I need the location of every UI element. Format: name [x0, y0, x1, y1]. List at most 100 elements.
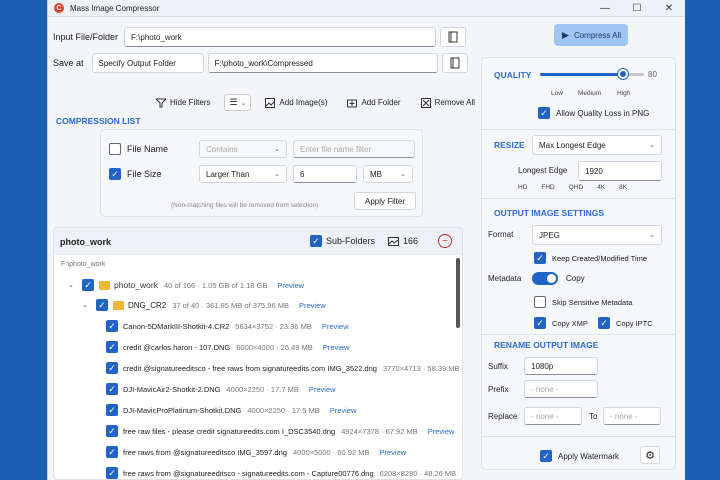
filename-filter-input[interactable]: Enter file name filter: [293, 140, 415, 158]
save-mode-value: Specify Output Folder: [98, 58, 176, 68]
copy-iptc[interactable]: ✓ Copy IPTC: [598, 317, 653, 329]
input-path-field[interactable]: F:\photo_work: [124, 27, 437, 47]
longest-edge-input[interactable]: 1920: [578, 161, 662, 181]
compress-all-button[interactable]: Compress All: [554, 24, 628, 46]
row-checkbox[interactable]: ✓: [82, 279, 94, 291]
filename-op-dropdown[interactable]: Contains ⌄: [199, 140, 287, 158]
filename-checkbox[interactable]: [109, 143, 121, 155]
row-name: free raws from @signatureeditsco IMG_359…: [123, 447, 287, 457]
file-row[interactable]: ✓ free raws from @signatureeditsco IMG_3…: [106, 446, 406, 458]
metadata-copy-toggle[interactable]: Copy: [532, 272, 585, 285]
row-preview-link[interactable]: Preview: [277, 281, 304, 290]
view-menu-button[interactable]: ☰ ⌄: [224, 94, 252, 111]
minimize-icon[interactable]: —: [589, 3, 621, 14]
quality-high-label: High: [617, 90, 631, 97]
file-row[interactable]: ✓ free raw files - please credit signatu…: [106, 425, 454, 437]
row-checkbox[interactable]: ✓: [96, 299, 108, 311]
file-row[interactable]: ✓ credit @signatureeditsco - free raws f…: [106, 362, 460, 374]
skip-sensitive-checkbox[interactable]: [534, 296, 546, 308]
row-checkbox[interactable]: ✓: [106, 320, 118, 332]
to-input[interactable]: - none -: [603, 407, 661, 425]
preset-fhd[interactable]: FHD: [541, 184, 554, 191]
allow-quality-loss-checkbox[interactable]: ✓: [538, 107, 550, 119]
hide-filters-button[interactable]: Hide Filters: [156, 98, 210, 108]
divider: [482, 334, 675, 335]
chevron-down-icon: ⌄: [82, 302, 88, 309]
window-controls: — ☐ ✕: [589, 3, 685, 14]
file-row[interactable]: ✓ free raws from @signatureeditsco - sig…: [106, 467, 456, 479]
subfolders-checkbox[interactable]: ✓: [310, 235, 322, 247]
replace-label: Replace: [488, 412, 518, 421]
filesize-checkbox[interactable]: ✓: [109, 168, 121, 180]
tree-row-subfolder[interactable]: ⌄ ✓ DNG_CR2 37 of 40 · 361.85 MB of 375.…: [82, 299, 326, 311]
metadata-toggle[interactable]: [532, 272, 558, 285]
row-preview-link[interactable]: Preview: [309, 385, 336, 394]
row-checkbox[interactable]: ✓: [106, 404, 118, 416]
remove-all-label: Remove All: [434, 98, 476, 107]
filesize-op-dropdown[interactable]: Larger Than ⌄: [199, 165, 287, 183]
keep-dates[interactable]: ✓ Keep Created/Modified Time: [534, 252, 647, 264]
replace-input[interactable]: - none -: [524, 407, 582, 425]
keep-dates-checkbox[interactable]: ✓: [534, 252, 546, 264]
tree-root-title: photo_work: [60, 236, 111, 247]
resize-mode-dropdown[interactable]: Max Longest Edge ⌄: [532, 135, 662, 155]
gear-icon[interactable]: ⚙: [640, 446, 660, 464]
row-preview-link[interactable]: Preview: [299, 301, 326, 310]
add-images-button[interactable]: Add Image(s): [265, 97, 327, 108]
allow-quality-loss[interactable]: ✓ Allow Quality Loss in PNG: [538, 107, 649, 119]
save-mode-dropdown[interactable]: Specify Output Folder: [91, 53, 204, 73]
row-size: 6000×4000 · 26.49 MB: [236, 342, 313, 352]
prefix-input[interactable]: - none -: [524, 380, 598, 398]
row-preview-link[interactable]: Preview: [330, 406, 357, 415]
close-icon[interactable]: ✕: [653, 3, 685, 14]
add-folder-button[interactable]: Add Folder: [347, 98, 401, 108]
row-checkbox[interactable]: ✓: [106, 341, 118, 353]
remove-icon: [420, 97, 431, 108]
copy-iptc-checkbox[interactable]: ✓: [598, 317, 610, 329]
output-path-field[interactable]: F:\photo_work\Compressed: [207, 53, 438, 73]
menu-icon: ☰: [229, 97, 238, 107]
row-size: 4924×7378 · 67.92 MB: [341, 426, 418, 436]
row-preview-link[interactable]: Preview: [379, 448, 406, 457]
apply-watermark[interactable]: ✓ Apply Watermark: [540, 450, 619, 462]
format-dropdown[interactable]: JPEG ⌄: [532, 225, 662, 245]
file-row[interactable]: ✓ DJI-MavicAir2-Shotkit-2.DNG 4000×2250 …: [106, 383, 336, 395]
quality-slider-thumb[interactable]: [618, 69, 629, 79]
apply-watermark-checkbox[interactable]: ✓: [540, 450, 552, 462]
browse-output-button[interactable]: [441, 53, 468, 73]
row-checkbox[interactable]: ✓: [106, 362, 118, 374]
row-name: photo_work: [114, 280, 158, 290]
preset-4k[interactable]: 4K: [597, 184, 605, 191]
divider: [482, 436, 675, 437]
subfolders-toggle[interactable]: ✓ Sub-Folders: [310, 235, 375, 247]
keep-dates-label: Keep Created/Modified Time: [552, 253, 648, 263]
tree-scrollbar[interactable]: [456, 258, 460, 328]
file-row[interactable]: ✓ credit @carlos.haron - 107.DNG 6000×40…: [106, 341, 349, 353]
remove-folder-icon[interactable]: −: [438, 234, 452, 248]
chevron-down-icon: ⌄: [649, 232, 655, 239]
row-size: 6208×8280 · 48.26 MB: [379, 468, 457, 478]
copy-xmp[interactable]: ✓ Copy XMP: [534, 317, 588, 329]
filesize-unit-dropdown[interactable]: MB ⌄: [363, 165, 413, 183]
preset-hd[interactable]: HD: [518, 184, 527, 191]
row-preview-link[interactable]: Preview: [322, 322, 349, 331]
apply-filter-button[interactable]: Apply Filter: [354, 192, 416, 210]
file-row[interactable]: ✓ Canon-5DMarkIII-Shotkit-4.CR2 5634×375…: [106, 320, 349, 332]
remove-all-button[interactable]: Remove All: [420, 97, 476, 108]
filesize-value-input[interactable]: 6: [293, 165, 357, 183]
row-preview-link[interactable]: Preview: [323, 343, 350, 352]
preset-8k[interactable]: 8K: [619, 184, 627, 191]
row-preview-link[interactable]: Preview: [428, 427, 455, 436]
file-row[interactable]: ✓ DJI-MavicProPlatinum-Shotkit.DNG 4000×…: [106, 404, 356, 416]
preset-qhd[interactable]: QHD: [569, 184, 583, 191]
row-checkbox[interactable]: ✓: [106, 446, 118, 458]
row-checkbox[interactable]: ✓: [106, 425, 118, 437]
copy-xmp-checkbox[interactable]: ✓: [534, 317, 546, 329]
browse-input-button[interactable]: [440, 27, 467, 47]
suffix-input[interactable]: 1080p: [524, 357, 598, 375]
row-checkbox[interactable]: ✓: [106, 467, 118, 479]
maximize-icon[interactable]: ☐: [621, 3, 653, 14]
row-checkbox[interactable]: ✓: [106, 383, 118, 395]
tree-row-root[interactable]: ⌄ ✓ photo_work 40 of 166 · 1.05 GB of 1.…: [68, 279, 304, 291]
skip-sensitive[interactable]: Skip Sensitive Metadata: [534, 296, 632, 308]
